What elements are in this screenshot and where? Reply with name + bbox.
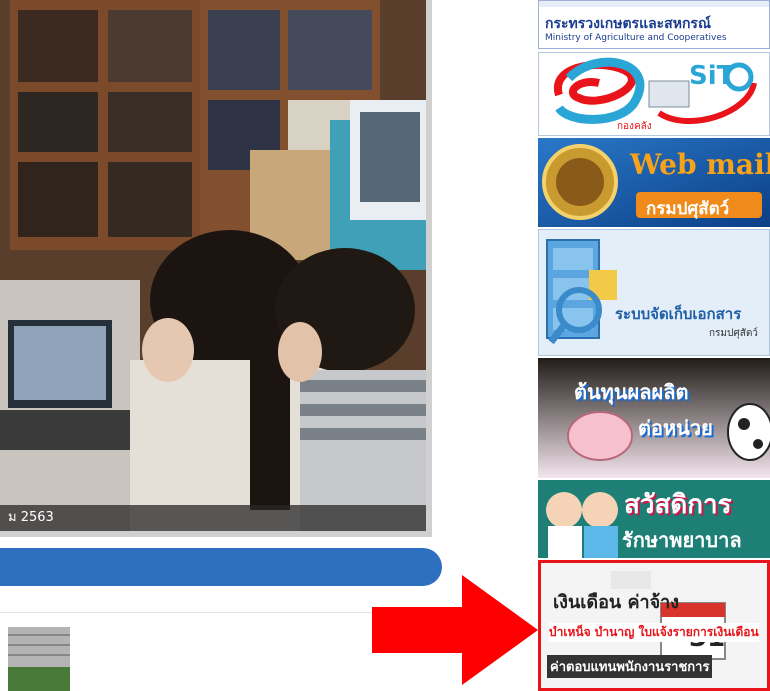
banner-siit[interactable]: SiT กองคลัง — [538, 52, 770, 136]
news-photo[interactable] — [0, 0, 432, 537]
banner-salary-payslip[interactable]: 31 เงินเดือน ค่าจ้าง บำเหน็จ บำนาญ ใบแจ้… — [538, 560, 770, 691]
banner-welfare[interactable]: สวัสดิการ รักษาพยาบาล — [538, 480, 770, 558]
webmail-subtitle: กรมปศุสัตว์ — [646, 199, 730, 219]
welfare-line2: รักษาพยาบาล — [622, 528, 742, 552]
salary-line3: ค่าตอบแทนพนักงานราชการ — [547, 655, 713, 678]
salary-line2: บำเหน็จ บำนาญ ใบแจ้งรายการเงินเดือน — [549, 623, 759, 642]
news-thumbnail[interactable] — [8, 627, 70, 691]
divider — [0, 612, 430, 613]
banner-document-system[interactable]: ระบบจัดเก็บเอกสาร กรมปศุสัตว์ — [538, 229, 770, 356]
cost-line1: ต้นทุนผลผลิต — [574, 380, 689, 404]
docs-subtitle: กรมปศุสัตว์ — [709, 328, 758, 339]
banner-moac[interactable]: กระทรวงเกษตรและสหกรณ์ Ministry of Agricu… — [538, 0, 770, 49]
photo-caption: ม 2563 — [0, 505, 426, 531]
banner-cost-per-unit[interactable]: ต้นทุนผลผลิต ต่อหน่วย — [538, 358, 770, 478]
banner-webmail[interactable]: Web mail กรมปศุสัตว์ — [538, 138, 770, 227]
cost-line2: ต่อหน่วย — [638, 416, 713, 440]
siit-logo-text: SiT — [689, 61, 735, 91]
webmail-title: Web mail — [630, 148, 770, 181]
docs-title: ระบบจัดเก็บเอกสาร — [615, 305, 742, 323]
siit-org: กองคลัง — [617, 121, 652, 132]
salary-line1: เงินเดือน ค่าจ้าง — [553, 592, 680, 613]
moac-title: กระทรวงเกษตรและสหกรณ์ — [545, 16, 711, 32]
red-arrow-icon — [372, 575, 538, 685]
moac-subtitle: Ministry of Agriculture and Cooperatives — [545, 33, 727, 43]
welfare-line1: สวัสดิการ — [624, 490, 732, 520]
